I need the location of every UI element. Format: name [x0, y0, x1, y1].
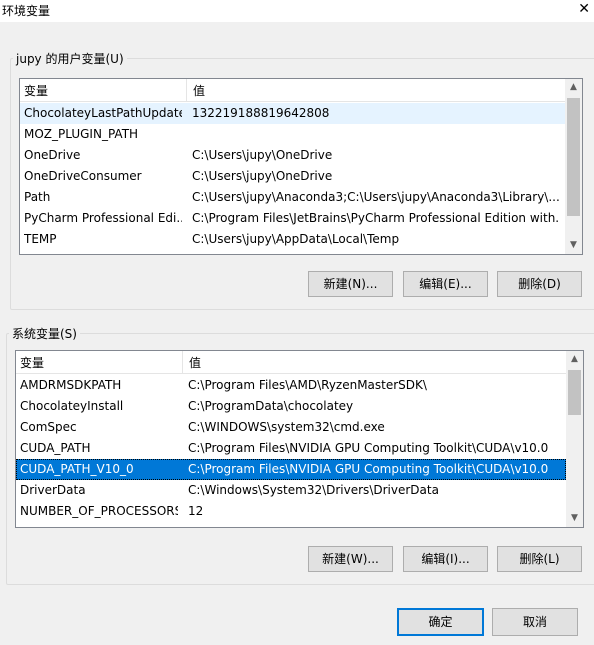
variable-name: MOZ_PLUGIN_PATH: [24, 127, 139, 141]
scroll-up-icon[interactable]: ▲: [565, 79, 582, 96]
system-variables-list[interactable]: 变量 值 AMDRMSDKPATH C:\Program Files\AMD\R…: [15, 350, 584, 528]
title-bar: 环境变量 ✕: [0, 0, 594, 22]
column-header-variable[interactable]: 变量: [24, 82, 48, 99]
vertical-scrollbar[interactable]: ▲ ▼: [566, 351, 583, 527]
variable-name: OneDriveConsumer: [24, 169, 142, 183]
scrollbar-thumb[interactable]: [567, 98, 580, 216]
scrollbar-thumb[interactable]: [568, 370, 581, 415]
table-row[interactable]: OneDrive C:\Users\jupy\OneDrive: [20, 145, 565, 166]
table-row[interactable]: MOZ_PLUGIN_PATH: [20, 124, 565, 145]
variable-name: CUDA_PATH_V10_0: [20, 462, 134, 476]
user-variables-list[interactable]: 变量 值 ChocolateyLastPathUpdate 1322191888…: [19, 78, 583, 255]
variable-name: ChocolateyLastPathUpdate: [24, 106, 182, 120]
table-row[interactable]: ChocolateyInstall C:\ProgramData\chocola…: [16, 396, 566, 417]
variable-value: C:\Windows\System32\Drivers\DriverData: [188, 483, 439, 497]
variable-value: C:\Users\jupy\OneDrive: [192, 169, 333, 183]
window-title: 环境变量: [2, 4, 51, 18]
table-row[interactable]: DriverData C:\Windows\System32\Drivers\D…: [16, 480, 566, 501]
system-delete-button[interactable]: 删除(L): [497, 546, 582, 572]
scroll-down-icon[interactable]: ▼: [565, 237, 582, 254]
user-variables-legend: jupy 的用户变量(U): [16, 52, 124, 66]
table-row[interactable]: ComSpec C:\WINDOWS\system32\cmd.exe: [16, 417, 566, 438]
variable-name: TEMP: [24, 232, 57, 246]
column-divider[interactable]: [186, 79, 187, 101]
table-row[interactable]: NUMBER_OF_PROCESSORS 12: [16, 501, 566, 522]
table-row[interactable]: ChocolateyLastPathUpdate 132219188819642…: [20, 103, 565, 124]
variable-name: ChocolateyInstall: [20, 399, 124, 413]
list-header: 变量 值: [16, 351, 566, 374]
scroll-up-icon[interactable]: ▲: [566, 351, 583, 368]
variable-value: C:\Users\jupy\AppData\Local\Temp: [192, 232, 400, 246]
variable-name: DriverData: [20, 483, 86, 497]
variable-name: AMDRMSDKPATH: [20, 378, 122, 392]
variable-value: C:\Users\jupy\OneDrive: [192, 148, 333, 162]
variable-value: C:\Program Files\AMD\RyzenMasterSDK\: [188, 378, 427, 392]
table-row[interactable]: Path C:\Users\jupy\Anaconda3;C:\Users\ju…: [20, 187, 565, 208]
variable-name: OneDrive: [24, 148, 81, 162]
table-row[interactable]: TEMP C:\Users\jupy\AppData\Local\Temp: [20, 229, 565, 250]
variable-name: PyCharm Professional Edi...: [24, 211, 182, 225]
table-row[interactable]: OneDriveConsumer C:\Users\jupy\OneDrive: [20, 166, 565, 187]
column-header-value[interactable]: 值: [189, 354, 201, 371]
variable-value: 12: [188, 504, 204, 518]
variable-value: C:\ProgramData\chocolatey: [188, 399, 354, 413]
variable-value: C:\Program Files\NVIDIA GPU Computing To…: [188, 441, 549, 455]
column-header-value[interactable]: 值: [193, 82, 205, 99]
table-row[interactable]: CUDA_PATH C:\Program Files\NVIDIA GPU Co…: [16, 438, 566, 459]
variable-name: ComSpec: [20, 420, 77, 434]
variable-value: C:\Program Files\JetBrains\PyCharm Profe…: [192, 211, 560, 225]
table-row-selected[interactable]: CUDA_PATH_V10_0 C:\Program Files\NVIDIA …: [16, 459, 566, 480]
table-row[interactable]: AMDRMSDKPATH C:\Program Files\AMD\RyzenM…: [16, 375, 566, 396]
variable-value: C:\Program Files\NVIDIA GPU Computing To…: [188, 462, 549, 476]
variable-name: NUMBER_OF_PROCESSORS: [20, 504, 178, 518]
system-new-button[interactable]: 新建(W)...: [308, 546, 393, 572]
user-new-button[interactable]: 新建(N)...: [308, 271, 393, 297]
system-edit-button[interactable]: 编辑(I)...: [403, 546, 488, 572]
system-variables-legend: 系统变量(S): [12, 327, 77, 341]
close-icon[interactable]: ✕: [578, 1, 590, 17]
vertical-scrollbar[interactable]: ▲ ▼: [565, 79, 582, 254]
variable-value: C:\Users\jupy\Anaconda3;C:\Users\jupy\An…: [192, 190, 560, 204]
ok-button[interactable]: 确定: [397, 608, 484, 636]
cancel-button[interactable]: 取消: [492, 608, 578, 636]
scroll-down-icon[interactable]: ▼: [566, 510, 583, 527]
list-header: 变量 值: [20, 79, 565, 102]
user-delete-button[interactable]: 删除(D): [497, 271, 582, 297]
variable-name: CUDA_PATH: [20, 441, 91, 455]
variable-value: C:\WINDOWS\system32\cmd.exe: [188, 420, 385, 434]
variable-value: 132219188819642808: [192, 106, 330, 120]
column-divider[interactable]: [182, 351, 183, 373]
table-row[interactable]: PyCharm Professional Edi... C:\Program F…: [20, 208, 565, 229]
user-edit-button[interactable]: 编辑(E)...: [403, 271, 488, 297]
column-header-variable[interactable]: 变量: [20, 354, 44, 371]
variable-name: Path: [24, 190, 51, 204]
